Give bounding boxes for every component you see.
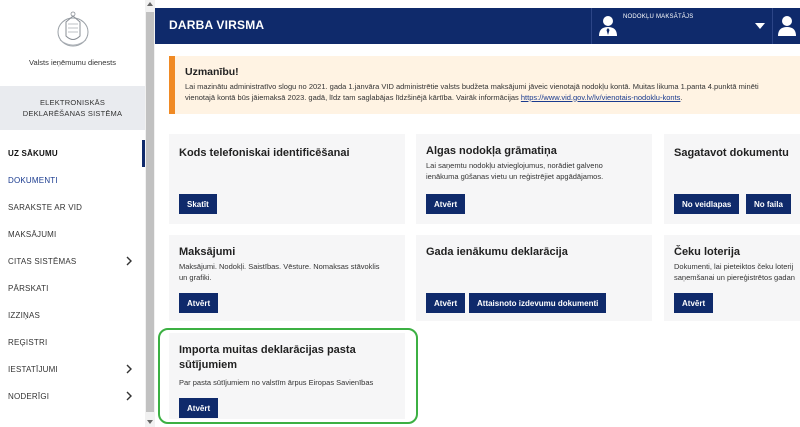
no-faila-button[interactable]: No faila bbox=[746, 194, 791, 214]
logo[interactable]: Valsts ieņēmumu dienests bbox=[0, 0, 145, 86]
warning-banner: Uzmanību! Lai mazinātu administratīvo sl… bbox=[169, 56, 800, 114]
chevron-right-icon bbox=[126, 256, 132, 266]
sidebar-item-label: CITAS SISTĒMAS bbox=[8, 257, 77, 266]
no-veidlapas-button[interactable]: No veidlapas bbox=[674, 194, 740, 214]
card-title: Algas nodokļa grāmatiņa bbox=[426, 145, 557, 157]
scroll-down-arrow-icon[interactable] bbox=[147, 420, 153, 424]
sidebar: Valsts ieņēmumu dienests ELEKTRONISKĀS D… bbox=[0, 0, 145, 427]
card-title-line1: Importa muitas deklarācijas pasta bbox=[179, 344, 356, 356]
warning-text-line2: vienotajā kontā būs jāiemaksā 2023. gadā… bbox=[185, 93, 800, 104]
system-name-line2: DEKLARĒŠANAS SISTĒMA bbox=[22, 109, 123, 118]
atvert-button[interactable]: Atvērt bbox=[179, 398, 219, 418]
user-profile-button[interactable] bbox=[772, 8, 800, 44]
card-gada-deklaracija: Gada ienākumu deklarācija Atvērt Attaisn… bbox=[416, 235, 652, 321]
atvert-button[interactable]: Atvērt bbox=[426, 293, 466, 313]
user-role-selector[interactable]: NODOKĻU MAKSĀTĀJS bbox=[591, 8, 772, 44]
card-desc: Par pasta sūtījumiem no valstīm ārpus Ei… bbox=[179, 378, 374, 387]
card-desc-line2: saņemšanai un piereģistrētos gadan bbox=[674, 273, 795, 282]
chevron-right-icon bbox=[126, 391, 132, 401]
page-title: DARBA VIRSMA bbox=[169, 18, 265, 32]
sidebar-item-label: UZ SĀKUMU bbox=[8, 149, 58, 158]
sidebar-item-label: IESTATĪJUMI bbox=[8, 365, 58, 374]
sidebar-item-dokumenti[interactable]: DOKUMENTI bbox=[0, 167, 145, 194]
attaisnoto-izdevumu-button[interactable]: Attaisnoto izdevumu dokumenti bbox=[469, 293, 607, 313]
sidebar-item-registri[interactable]: REĢISTRI bbox=[0, 329, 145, 356]
card-ceku-loterija: Čeku loterija Dokumenti, lai pieteiktos … bbox=[664, 235, 800, 321]
card-title: Sagatavot dokumentu bbox=[674, 147, 789, 159]
sidebar-item-label: DOKUMENTI bbox=[8, 176, 58, 185]
sidebar-scrollbar[interactable] bbox=[145, 0, 155, 427]
top-header: DARBA VIRSMA NODOKĻU MAKSĀTĀJS bbox=[155, 8, 800, 44]
org-name: Valsts ieņēmumu dienests bbox=[29, 58, 116, 67]
sidebar-item-uz-sakumu[interactable]: UZ SĀKUMU bbox=[0, 140, 145, 167]
sidebar-nav: UZ SĀKUMU DOKUMENTI SARAKSTE AR VID MAKS… bbox=[0, 140, 145, 410]
skatit-button[interactable]: Skatīt bbox=[179, 194, 217, 214]
card-title: Kods telefoniskai identificēšanai bbox=[179, 147, 350, 159]
warning-text-line1: Lai mazinātu administratīvo slogu no 202… bbox=[185, 82, 759, 91]
scroll-up-arrow-icon[interactable] bbox=[147, 2, 153, 6]
card-algas-gramatina: Algas nodokļa grāmatiņa Lai saņemtu nodo… bbox=[416, 134, 652, 224]
vienotais-konts-link[interactable]: https://www.vid.gov.lv/lv/vienotais-nodo… bbox=[521, 93, 681, 102]
card-title-line2: sūtījumiem bbox=[179, 359, 238, 371]
atvert-button[interactable]: Atvērt bbox=[426, 194, 466, 214]
sidebar-item-citas-sistemas[interactable]: CITAS SISTĒMAS bbox=[0, 248, 145, 275]
warning-title: Uzmanību! bbox=[185, 66, 239, 78]
card-title: Gada ienākumu deklarācija bbox=[426, 246, 568, 258]
warning-text-line2-start: vienotajā kontā būs jāiemaksā 2023. gadā… bbox=[185, 92, 521, 102]
sidebar-item-label: MAKSĀJUMI bbox=[8, 230, 57, 239]
sidebar-item-label: PĀRSKATI bbox=[8, 284, 49, 293]
card-desc-line2: ienākuma gūšanas vietu un reģistrējiet a… bbox=[426, 172, 604, 181]
sidebar-item-label: IZZIŅAS bbox=[8, 311, 41, 320]
sidebar-item-iestatijumi[interactable]: IESTATĪJUMI bbox=[0, 356, 145, 383]
sidebar-item-label: REĢISTRI bbox=[8, 338, 48, 347]
sidebar-item-maksajumi[interactable]: MAKSĀJUMI bbox=[0, 221, 145, 248]
atvert-button[interactable]: Atvērt bbox=[674, 293, 714, 313]
card-sagatavot-dokumentu: Sagatavot dokumentu No veidlapas No fail… bbox=[664, 134, 800, 224]
sidebar-item-sarakste[interactable]: SARAKSTE AR VID bbox=[0, 194, 145, 221]
coat-of-arms-icon bbox=[57, 11, 88, 47]
user-icon bbox=[778, 16, 796, 36]
chevron-right-icon bbox=[126, 364, 132, 374]
card-title: Maksājumi bbox=[179, 246, 236, 258]
sidebar-item-label: NODERĪGI bbox=[8, 392, 50, 401]
system-name-line1: ELEKTRONISKĀS bbox=[39, 98, 106, 107]
card-desc-line1: Dokumenti, lai pieteiktos čeku loterij bbox=[674, 262, 794, 271]
card-desc-line1: Lai saņemtu nodokļu atvieglojumus, norād… bbox=[426, 161, 603, 170]
card-desc-line1: Maksājumi. Nodokļi. Saistības. Vēsture. … bbox=[179, 262, 380, 271]
card-kods-telefoniskai: Kods telefoniskai identificēšanai Skatīt bbox=[169, 134, 405, 224]
sidebar-item-parskati[interactable]: PĀRSKATI bbox=[0, 275, 145, 302]
card-title: Čeku loterija bbox=[674, 246, 741, 258]
caret-down-icon[interactable] bbox=[755, 23, 765, 29]
scrollbar-thumb[interactable] bbox=[146, 12, 154, 412]
system-name-box: ELEKTRONISKĀS DEKLARĒŠANAS SISTĒMA bbox=[0, 86, 145, 130]
atvert-button[interactable]: Atvērt bbox=[179, 293, 219, 313]
card-importa-muitas: Importa muitas deklarācijas pasta sūtīju… bbox=[169, 333, 405, 419]
sidebar-item-izzinas[interactable]: IZZIŅAS bbox=[0, 302, 145, 329]
warning-text-line2-end: . bbox=[680, 92, 683, 102]
user-icon bbox=[599, 16, 617, 36]
sidebar-item-noderigi[interactable]: NODERĪGI bbox=[0, 383, 145, 410]
sidebar-item-label: SARAKSTE AR VID bbox=[8, 203, 83, 212]
card-desc-line2: un grafiki. bbox=[179, 273, 212, 282]
user-role-label: NODOKĻU MAKSĀTĀJS bbox=[623, 14, 694, 20]
card-maksajumi: Maksājumi Maksājumi. Nodokļi. Saistības.… bbox=[169, 235, 405, 321]
